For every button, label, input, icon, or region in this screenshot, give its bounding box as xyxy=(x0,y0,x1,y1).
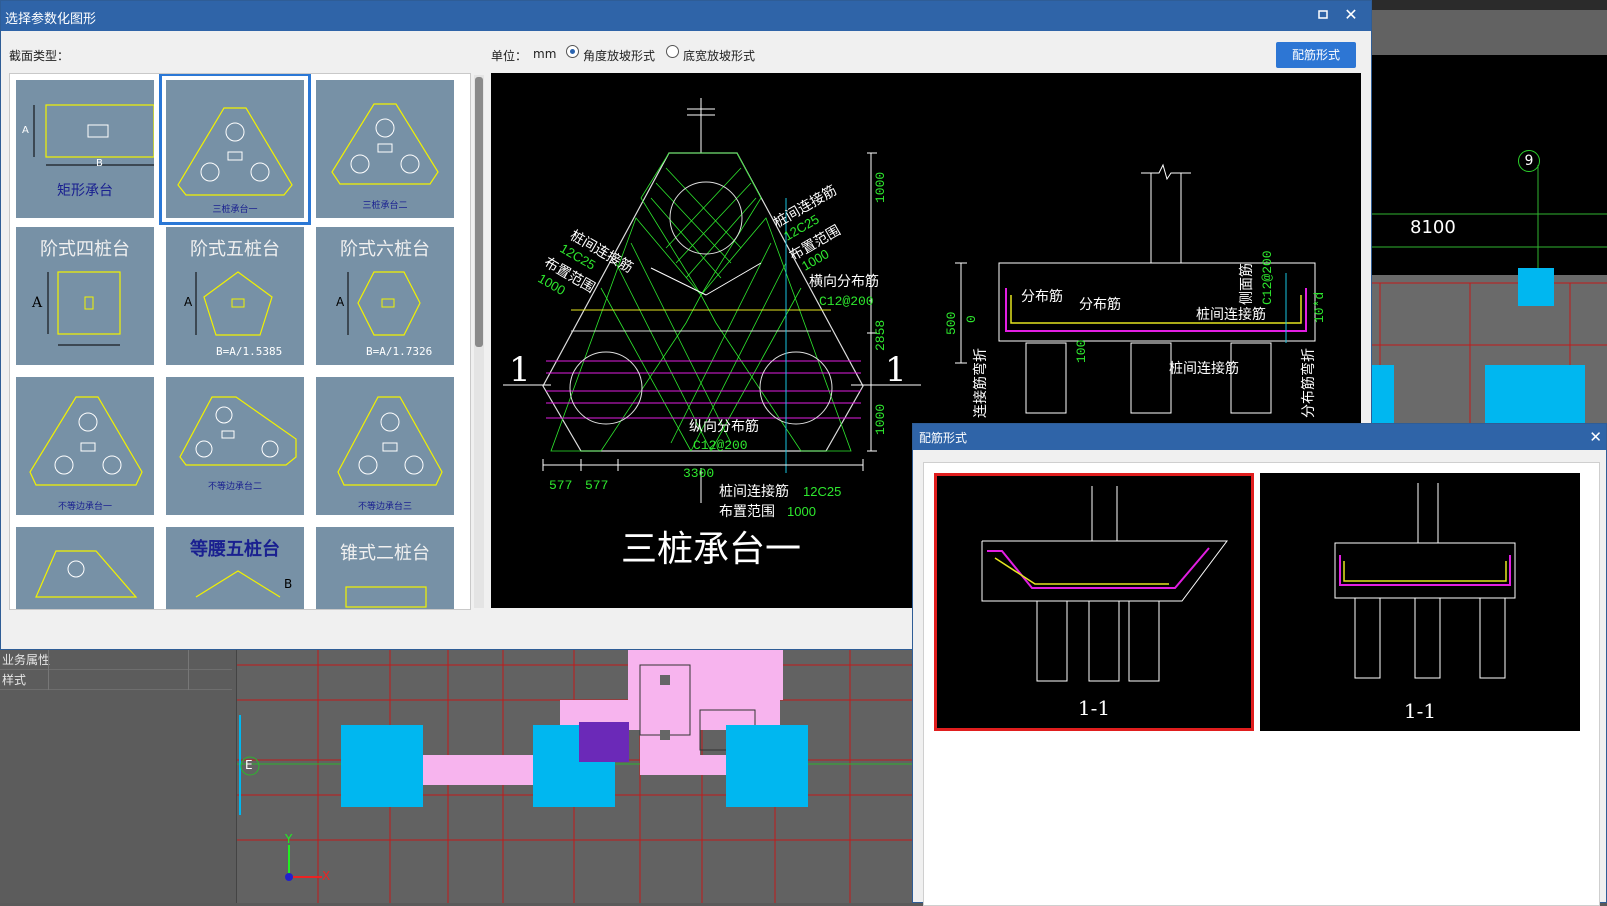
tile-caption: 等腰五桩台 xyxy=(190,539,280,560)
property-panel: 业务属性 样式 xyxy=(0,650,237,903)
anno-bottom-arrange: 布置范围 xyxy=(719,503,775,519)
rebar-form-button[interactable]: 配筋形式 xyxy=(1276,42,1356,68)
dim-h-total: 3300 xyxy=(683,466,714,481)
dim-h2: 577 xyxy=(585,478,608,493)
anno-bottom-conn-spec: 12C25 xyxy=(803,484,841,499)
section-side-spec: C12@200 xyxy=(1260,250,1275,305)
property-label: 业务属性 xyxy=(2,653,51,667)
tile-rect-cap[interactable]: 矩形承台 A B xyxy=(16,80,154,218)
section-pile-conn-bottom: 桩间连接筋 xyxy=(1169,360,1239,376)
dialog-title: 选择参数化图形 xyxy=(5,12,97,27)
tile-formula: B=A/1.5385 xyxy=(216,345,283,358)
option-caption: 1-1 xyxy=(1077,696,1111,720)
property-label: 样式 xyxy=(2,673,27,687)
tile-caption: 阶式五桩台 xyxy=(190,239,280,260)
dimension-value: 8100 xyxy=(1410,217,1456,238)
tile-isosceles-five[interactable]: 等腰五桩台 B xyxy=(166,527,304,609)
section-bend-left: 连接筋弯折 xyxy=(972,348,988,418)
tile-caption: 三桩承台二 xyxy=(362,201,408,211)
tile-unequal-1[interactable]: 不等边承台一 xyxy=(16,377,154,515)
tile-cone-two[interactable]: 锥式二桩台 xyxy=(316,527,454,609)
radio-angle-slope-label[interactable]: 角度放坡形式 xyxy=(583,47,655,64)
tile-step-five[interactable]: 阶式五桩台 A B=A/1.5385 xyxy=(166,227,304,365)
tile-caption: 阶式六桩台 xyxy=(340,239,430,260)
gallery-scrollbar[interactable] xyxy=(474,75,484,608)
tile-caption: 不等边承台一 xyxy=(57,502,112,512)
section-bend-right: 分布筋弯折 xyxy=(1300,348,1316,418)
dim-h1: 577 xyxy=(549,478,572,493)
dialog-titlebar[interactable]: 配筋形式 ✕ xyxy=(913,424,1606,450)
radio-bottom-width-slope-label[interactable]: 底宽放坡形式 xyxy=(683,47,755,64)
axis-marker-9: 9 xyxy=(1518,150,1540,172)
section-dim-h: 500 xyxy=(944,312,959,335)
tile-dim-a: A xyxy=(184,295,193,309)
tile-caption: 不等边承台二 xyxy=(207,482,262,492)
tile-formula: B=A/1.7326 xyxy=(366,345,433,358)
tile-caption: 阶式四桩台 xyxy=(40,239,130,260)
radio-bottom-width-slope[interactable] xyxy=(666,45,679,58)
section-type-label: 截面类型： xyxy=(9,49,70,63)
radio-angle-slope[interactable] xyxy=(566,45,579,58)
dim-v1: 1000 xyxy=(873,172,888,203)
grid-axis-label: E xyxy=(245,758,253,772)
anno-bottom-conn: 桩间连接筋 xyxy=(719,483,789,499)
unit-label: 单位： xyxy=(491,49,528,63)
rebar-option-1[interactable]: 1-1 xyxy=(934,473,1254,731)
tile-caption: 三桩承台一 xyxy=(212,205,258,215)
tile-caption: 锥式二桩台 xyxy=(340,543,430,564)
maximize-icon[interactable] xyxy=(1315,7,1331,23)
option-caption: 1-1 xyxy=(1403,699,1437,723)
preview-title: 三桩承台一 xyxy=(621,529,801,570)
section-ten-d: 10*d xyxy=(1312,292,1327,323)
anno-longitudinal-spec: C12@200 xyxy=(693,438,748,453)
dialog-title: 配筋形式 xyxy=(919,431,968,445)
dialog-titlebar[interactable]: 选择参数化图形 ✕ xyxy=(1,1,1371,31)
section-dim-0: 0 xyxy=(964,315,979,323)
property-row[interactable]: 业务属性 xyxy=(0,650,232,670)
close-icon[interactable]: ✕ xyxy=(1589,428,1602,446)
tile-unequal-3[interactable]: 不等边承台三 xyxy=(316,377,454,515)
shape-gallery: 矩形承台 A B 三桩承台一 三桩承台二 阶式四桩台 A 阶式五桩台 A B=A… xyxy=(9,73,471,610)
tile-three-pile-1[interactable]: 三桩承台一 xyxy=(159,74,311,225)
rebar-options-panel: 1-1 1-1 xyxy=(923,462,1600,906)
y-axis-label: Y xyxy=(285,832,293,846)
tile-dim-b: B xyxy=(96,158,103,169)
section-dim-100: 100 xyxy=(1074,340,1089,363)
section-side-face: 侧面筋 xyxy=(1238,263,1254,305)
tile-dim-a: A xyxy=(32,295,43,311)
anno-longitudinal: 纵向分布筋 xyxy=(689,418,759,434)
tile-three-pile-2[interactable]: 三桩承台二 xyxy=(316,80,454,218)
section-mark-right: 1 xyxy=(885,350,907,390)
rebar-option-2[interactable]: 1-1 xyxy=(1260,473,1580,731)
tile-step-six[interactable]: 阶式六桩台 A B=A/1.7326 xyxy=(316,227,454,365)
tile-shape-10[interactable] xyxy=(16,527,154,609)
tile-caption: 不等边承台三 xyxy=(357,502,412,512)
tile-dim-a: A xyxy=(336,295,345,309)
tile-step-four[interactable]: 阶式四桩台 A xyxy=(16,227,154,365)
close-icon[interactable]: ✕ xyxy=(1343,7,1359,23)
anno-bottom-arrange-val: 1000 xyxy=(787,504,816,519)
unit-value: mm xyxy=(533,47,557,61)
tile-caption: 矩形承台 xyxy=(57,183,113,199)
section-dist-2: 分布筋 xyxy=(1079,296,1121,312)
property-row[interactable]: 样式 xyxy=(0,670,232,690)
rebar-form-dialog: 配筋形式 ✕ 1-1 1-1 xyxy=(912,423,1607,906)
tile-unequal-2[interactable]: 不等边承台二 xyxy=(166,377,304,515)
anno-transverse-spec: C12@200 xyxy=(819,294,874,309)
scrollbar-thumb[interactable] xyxy=(475,77,483,347)
section-dist-1: 分布筋 xyxy=(1021,288,1063,304)
tile-dim-a: A xyxy=(22,125,29,136)
section-pile-conn: 桩间连接筋 xyxy=(1196,306,1266,322)
x-axis-label: X xyxy=(322,869,331,883)
section-mark-left: 1 xyxy=(509,350,531,390)
anno-transverse: 横向分布筋 xyxy=(809,273,879,289)
dim-v3: 1000 xyxy=(873,404,888,435)
tile-dim-b: B xyxy=(284,577,293,591)
dim-v2: 2858 xyxy=(873,320,888,351)
